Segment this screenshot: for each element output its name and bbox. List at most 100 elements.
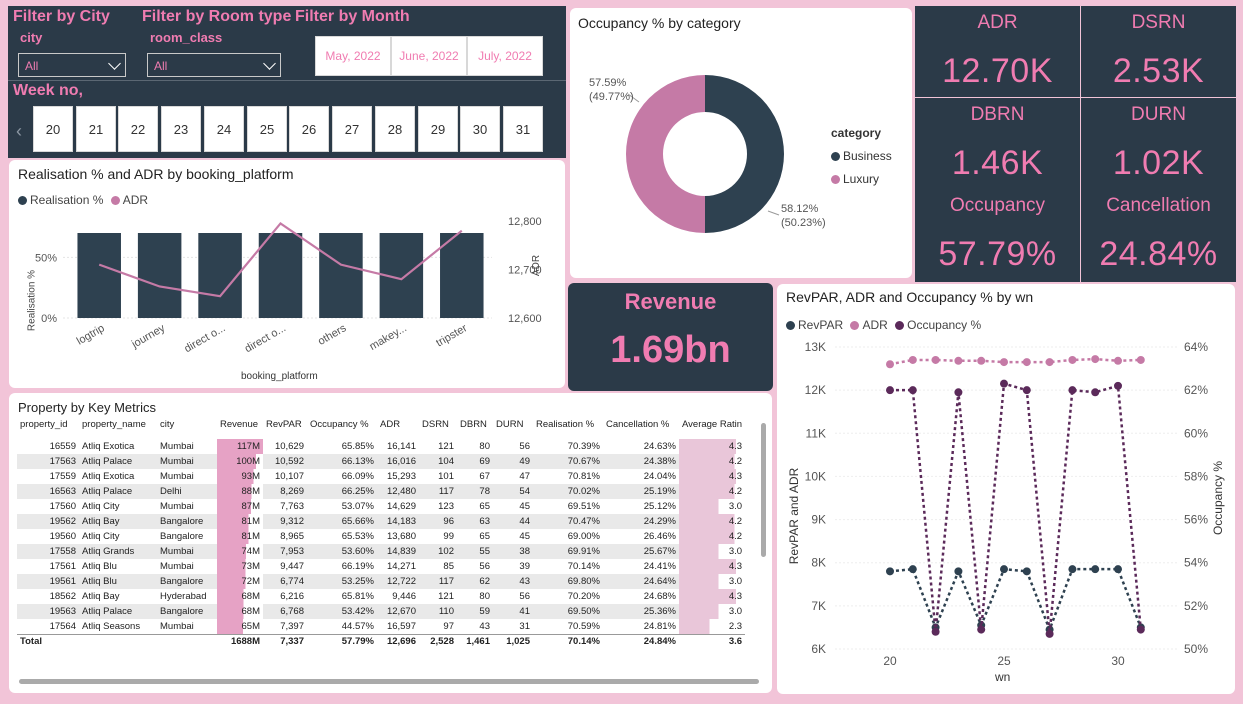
column-header[interactable]: property_id <box>17 419 79 439</box>
table-row[interactable]: 17560 Atliq City Mumbai 87M 7,763 53.07% 14,62… <box>17 499 746 514</box>
room-filter-label: room_class <box>150 30 223 45</box>
kpi-value: 57.79% <box>938 235 1057 273</box>
column-header[interactable]: Occupancy % <box>307 419 377 439</box>
table-cell: 10,592 <box>263 454 307 469</box>
week-button[interactable]: 27 <box>332 106 372 152</box>
business-slice-label: 58.12% <box>781 203 819 215</box>
city-dropdown[interactable]: All <box>18 53 126 77</box>
week-button[interactable]: 29 <box>418 106 458 152</box>
table-row[interactable]: 16559 Atliq Exotica Mumbai 117M 10,629 65.85%… <box>17 439 746 454</box>
table-row[interactable]: 17558 Atliq Grands Mumbai 74M 7,953 53.60% 14,… <box>17 544 746 559</box>
month-button-july[interactable]: July, 2022 <box>467 36 543 76</box>
column-header[interactable]: Cancellation % <box>603 419 679 439</box>
column-header[interactable]: property_name <box>79 419 157 439</box>
table-cell: Atliq Grands <box>79 544 157 559</box>
column-header[interactable]: Revenue <box>217 419 263 439</box>
kpi-title: Cancellation <box>1106 195 1211 216</box>
week-button[interactable]: 23 <box>161 106 201 152</box>
data-point <box>1114 381 1122 390</box>
week-button[interactable]: 30 <box>460 106 500 152</box>
column-header[interactable]: DSRN <box>419 419 457 439</box>
week-button[interactable]: 24 <box>204 106 244 152</box>
series-line <box>890 382 1143 635</box>
week-button[interactable]: 31 <box>503 106 543 152</box>
week-button[interactable]: 20 <box>33 106 73 152</box>
table-cell: 70.39% <box>567 441 600 452</box>
month-button-may[interactable]: May, 2022 <box>315 36 391 76</box>
table-row[interactable]: 17564 Atliq Seasons Mumbai 65M 7,397 44.57% 16… <box>17 619 746 634</box>
column-header[interactable]: RevPAR <box>263 419 307 439</box>
table-cell: 102 <box>419 544 457 559</box>
table-cell: 110 <box>419 604 457 619</box>
week-button[interactable]: 21 <box>76 106 116 152</box>
table-cell: 78 <box>457 484 493 499</box>
data-point <box>1091 355 1100 364</box>
table-cell: 9,446 <box>392 591 416 602</box>
table-cell: 53.42% <box>307 604 377 619</box>
data-point <box>886 567 894 576</box>
data-point <box>954 567 963 576</box>
horizontal-scrollbar[interactable] <box>19 679 759 684</box>
data-point <box>1091 565 1100 574</box>
table-cell: Atliq City <box>82 501 120 512</box>
kpi-value: 24.84% <box>1099 235 1218 273</box>
table-cell: Atliq Bay <box>82 591 120 602</box>
week-button[interactable]: 28 <box>375 106 415 152</box>
data-point <box>1114 356 1122 365</box>
table-row[interactable]: 18562 Atliq Bay Hyderabad 68M 6,216 65.81% 9,4… <box>17 589 746 604</box>
y-tick-label: 9K <box>811 513 826 527</box>
week-button[interactable]: 25 <box>247 106 287 152</box>
table-cell: 8,269 <box>263 484 307 499</box>
table-row[interactable]: 19560 Atliq City Bangalore 81M 8,965 65.53% 13… <box>17 529 746 544</box>
table-cell: 7,953 <box>263 544 307 559</box>
table-cell: 56 <box>519 441 530 452</box>
table-viewport[interactable]: property_id property_name city Revenue RevPA… <box>17 419 757 669</box>
legend-item-business[interactable]: Business <box>831 145 892 168</box>
vertical-scrollbar[interactable] <box>761 423 766 557</box>
x-axis-label: wn <box>995 670 1011 684</box>
legend-item-luxury[interactable]: Luxury <box>831 168 892 191</box>
column-header[interactable]: city <box>157 419 217 439</box>
table-row[interactable]: 17563 Atliq Palace Mumbai 100M 10,592 66.13% 1… <box>17 454 746 469</box>
table-cell: 69.50% <box>533 604 603 619</box>
table-row[interactable]: 16563 Atliq Palace Delhi 88M 8,269 66.25% 12,4… <box>17 484 746 499</box>
table-cell: 17560 <box>49 501 76 512</box>
total-cell: 24.84% <box>603 633 679 649</box>
y2-tick-label: 52% <box>1184 599 1208 613</box>
table-cell: 65.53% <box>341 531 374 542</box>
column-header[interactable]: Realisation % <box>533 419 603 439</box>
table-cell: 66.09% <box>341 471 374 482</box>
table-cell: 117M <box>217 439 263 454</box>
column-header[interactable]: DURN <box>493 419 533 439</box>
table-cell: 17559 <box>49 471 76 482</box>
table-cell: 2.3 <box>679 619 746 634</box>
chevron-down-icon <box>108 57 121 70</box>
total-cell: 3.6 <box>679 633 746 649</box>
table-row[interactable]: 17559 Atliq Exotica Mumbai 93M 10,107 66.09% 1… <box>17 469 746 484</box>
chevron-left-icon[interactable]: ‹ <box>16 121 22 142</box>
week-button[interactable]: 26 <box>289 106 329 152</box>
column-header[interactable]: Average Ratin <box>679 419 745 439</box>
bar <box>319 233 363 318</box>
column-header[interactable]: ADR <box>377 419 419 439</box>
table-cell: Mumbai <box>157 544 217 559</box>
table-row[interactable]: 17561 Atliq Blu Mumbai 73M 9,447 66.19% 14,271… <box>17 559 746 574</box>
total-cell: 1,025 <box>493 633 533 649</box>
table-cell: 49 <box>493 454 533 469</box>
table-row[interactable]: 19563 Atliq Palace Bangalore 68M 6,768 53.42%… <box>17 604 746 619</box>
table-cell: 85 <box>443 561 454 572</box>
column-header[interactable]: DBRN <box>457 419 493 439</box>
table-cell: 66.13% <box>307 454 377 469</box>
table-cell: 14,839 <box>377 544 419 559</box>
table-row[interactable]: 19562 Atliq Bay Bangalore 81M 9,312 65.66% 14,… <box>17 514 746 529</box>
data-point <box>1022 567 1031 576</box>
room-class-dropdown[interactable]: All <box>147 53 281 77</box>
y-tick-label: 13K <box>805 340 826 354</box>
bar <box>258 233 303 318</box>
week-button[interactable]: 22 <box>118 106 158 152</box>
month-button-june[interactable]: June, 2022 <box>391 36 467 76</box>
y-axis-label: Realisation % <box>26 269 38 332</box>
table-cell: 69 <box>457 454 493 469</box>
kpi-card-durn: DURN 1.02K <box>1081 98 1236 189</box>
table-row[interactable]: 19561 Atliq Blu Bangalore 72M 6,774 53.25% 12,… <box>17 574 746 589</box>
